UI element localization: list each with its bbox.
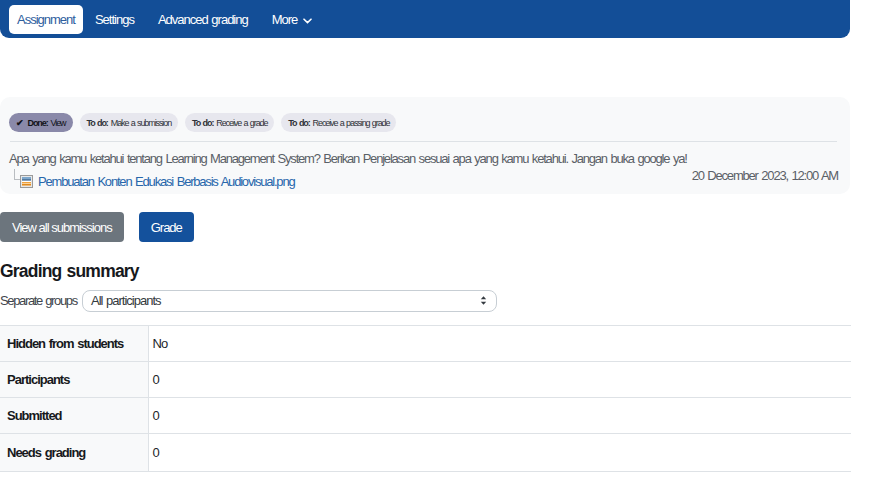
badge-done-view[interactable]: ✔ Done: View <box>9 113 73 132</box>
tab-assignment[interactable]: Assignment <box>9 5 83 34</box>
separate-groups-label: Separate groups <box>0 293 82 308</box>
badge-label: Receive a grade <box>216 118 267 128</box>
grade-button[interactable]: Grade <box>139 212 194 242</box>
badge-prefix: Done: <box>28 118 48 128</box>
view-all-submissions-button[interactable]: View all submissions <box>0 212 124 242</box>
attachment-link[interactable]: Pembuatan Konten Edukasi Berbasis Audiov… <box>38 174 294 189</box>
due-date: 20 December 2023, 12:00 AM <box>692 168 838 183</box>
table-row: Hidden from students No <box>0 326 851 362</box>
secondary-navigation: Assignment Settings Advanced grading Mor… <box>0 0 850 38</box>
separate-groups-select[interactable]: All participants <box>82 290 497 312</box>
row-label: Submitted <box>0 398 148 434</box>
completion-badges: ✔ Done: View To do: Make a submission To… <box>9 113 838 132</box>
tree-connector <box>14 169 20 180</box>
badge-label: Make a submission <box>111 118 171 128</box>
badge-todo-receive-grade[interactable]: To do: Receive a grade <box>185 113 274 132</box>
activity-status-box: ✔ Done: View To do: Make a submission To… <box>0 97 850 194</box>
badge-todo-receive-passing-grade[interactable]: To do: Receive a passing grade <box>281 113 396 132</box>
check-icon: ✔ <box>16 118 24 128</box>
attachment-row: Pembuatan Konten Edukasi Berbasis Audiov… <box>9 174 687 188</box>
row-label: Hidden from students <box>0 326 148 362</box>
row-label: Participants <box>0 362 148 398</box>
select-arrows-icon <box>480 295 487 306</box>
badge-prefix: To do: <box>87 118 108 128</box>
activity-description: Apa yang kamu ketahui tentang Learning M… <box>9 151 687 167</box>
row-value: No <box>148 326 851 362</box>
tab-settings[interactable]: Settings <box>83 5 146 34</box>
badge-label: Receive a passing grade <box>313 118 390 128</box>
grading-summary-table: Hidden from students No Participants 0 S… <box>0 325 851 472</box>
tab-advanced-grading-label: Advanced grading <box>158 12 248 27</box>
badge-todo-make-submission[interactable]: To do: Make a submission <box>80 113 179 132</box>
chevron-down-icon <box>303 12 312 27</box>
tab-more-label: More <box>272 12 298 27</box>
activity-description-block: Apa yang kamu ketahui tentang Learning M… <box>9 142 687 188</box>
tab-more[interactable]: More <box>260 5 325 34</box>
tab-advanced-grading[interactable]: Advanced grading <box>146 5 260 34</box>
badge-prefix: To do: <box>192 118 213 128</box>
table-row: Submitted 0 <box>0 398 851 434</box>
row-label: Needs grading <box>0 434 148 472</box>
table-row: Needs grading 0 <box>0 434 851 472</box>
row-value: 0 <box>148 398 851 434</box>
grading-summary-title: Grading summary <box>0 261 886 281</box>
table-row: Participants 0 <box>0 362 851 398</box>
row-value: 0 <box>148 434 851 472</box>
image-file-icon <box>20 175 33 188</box>
badge-label: View <box>51 118 66 128</box>
separate-groups-value: All participants <box>91 293 161 308</box>
tab-settings-label: Settings <box>95 12 134 27</box>
badge-prefix: To do: <box>288 118 309 128</box>
tab-assignment-label: Assignment <box>17 12 75 27</box>
row-value: 0 <box>148 362 851 398</box>
